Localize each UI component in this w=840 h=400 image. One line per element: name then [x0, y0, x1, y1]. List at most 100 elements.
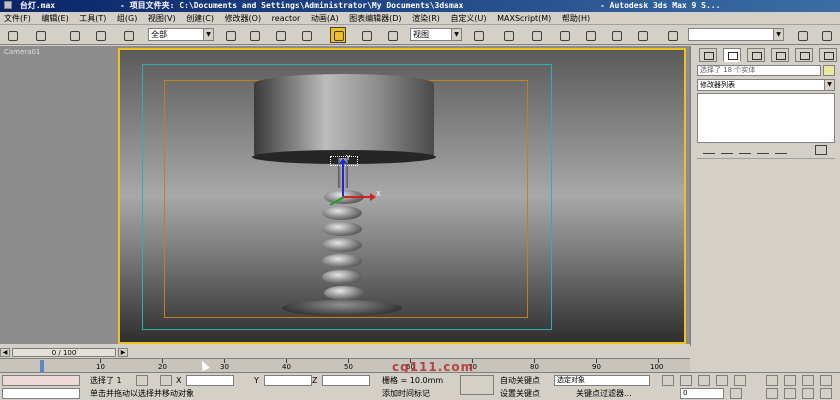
menu-customize[interactable]: 自定义(U)	[446, 12, 490, 25]
menu-reactor[interactable]: reactor	[268, 12, 305, 25]
lamp-bead[interactable]	[322, 206, 362, 220]
tab-create[interactable]	[699, 48, 717, 62]
orbit-icon[interactable]	[802, 375, 814, 386]
next-frame-arrow-icon[interactable]: ▶	[118, 348, 128, 357]
tab-modify[interactable]	[723, 48, 741, 62]
menu-file[interactable]: 文件(F)	[0, 12, 35, 25]
move-gizmo-x-axis[interactable]	[342, 193, 376, 201]
lamp-bead[interactable]	[322, 254, 362, 268]
angle-snap-icon[interactable]	[582, 27, 598, 43]
app-icon[interactable]	[4, 1, 12, 9]
modifier-list-dropdown[interactable]: 修改器列表 ▼	[697, 79, 835, 91]
roll-icon[interactable]	[802, 388, 814, 399]
link-icon[interactable]	[66, 27, 82, 43]
make-unique-icon[interactable]	[739, 145, 751, 154]
menu-maxscript[interactable]: MAXScript(M)	[493, 12, 555, 25]
menu-tools[interactable]: 工具(T)	[75, 12, 110, 25]
modifier-stack[interactable]	[697, 93, 835, 143]
set-key-icon[interactable]	[460, 375, 494, 395]
field-of-view-icon[interactable]	[766, 388, 778, 399]
next-key-icon[interactable]	[716, 375, 728, 386]
play-icon[interactable]	[698, 375, 710, 386]
time-slider-thumb[interactable]: 0 / 100	[12, 348, 116, 357]
select-scale-icon[interactable]	[384, 27, 400, 43]
goto-end-icon[interactable]	[734, 375, 746, 386]
y-coord-field[interactable]	[264, 375, 312, 386]
zoom-all-icon[interactable]	[784, 375, 796, 386]
lamp-bead[interactable]	[324, 286, 364, 300]
track-bar[interactable]: 10 20 30 40 50 60 70 80 90 100	[0, 358, 690, 372]
menu-group[interactable]: 组(G)	[113, 12, 141, 25]
select-rotate-icon[interactable]	[358, 27, 374, 43]
zoom-icon[interactable]	[766, 375, 778, 386]
tab-motion[interactable]	[771, 48, 789, 62]
pivot-center-icon[interactable]	[470, 27, 486, 43]
maximize-viewport-icon[interactable]	[820, 388, 832, 399]
named-selection-dropdown[interactable]: ▼	[688, 28, 784, 41]
spinner-snap-icon[interactable]	[634, 27, 650, 43]
goto-start-icon[interactable]	[662, 375, 674, 386]
configure-modifier-icon[interactable]	[815, 145, 827, 155]
remove-modifier-icon[interactable]	[757, 145, 769, 154]
bind-space-warp-icon[interactable]	[120, 27, 136, 43]
menu-help[interactable]: 帮助(H)	[558, 12, 594, 25]
camera-viewport[interactable]: X Y	[118, 48, 686, 344]
move-gizmo-y-axis[interactable]	[339, 158, 347, 196]
maxscript-listener-field[interactable]	[2, 375, 80, 386]
time-config-icon[interactable]	[730, 388, 742, 399]
unlink-icon[interactable]	[92, 27, 108, 43]
z-coord-field[interactable]	[322, 375, 370, 386]
rect-selection-icon[interactable]	[272, 27, 288, 43]
menu-views[interactable]: 视图(V)	[144, 12, 180, 25]
named-selection-icon[interactable]	[664, 27, 680, 43]
lamp-bead[interactable]	[322, 222, 362, 236]
selection-name-field[interactable]: 选择了 18 个实体	[697, 65, 821, 76]
add-time-tag-button[interactable]: 添加时间标记	[382, 388, 430, 399]
ref-coord-dropdown[interactable]: 视图 ▼	[410, 28, 462, 41]
lamp-bead[interactable]	[322, 270, 362, 284]
selection-filter-dropdown[interactable]: 全部 ▼	[148, 28, 214, 41]
align-icon[interactable]	[818, 27, 834, 43]
snap-toggle-icon[interactable]	[556, 27, 572, 43]
select-object-icon[interactable]	[222, 27, 238, 43]
menu-rendering[interactable]: 渲染(R)	[408, 12, 444, 25]
absolute-mode-icon[interactable]	[160, 375, 172, 386]
redo-icon[interactable]	[32, 27, 48, 43]
pin-stack-icon[interactable]	[703, 145, 715, 154]
prev-frame-arrow-icon[interactable]: ◀	[0, 348, 10, 357]
tab-hierarchy[interactable]	[747, 48, 765, 62]
mirror-icon[interactable]	[794, 27, 810, 43]
track-key-marker[interactable]	[40, 360, 44, 372]
configure-sets-icon[interactable]	[775, 145, 787, 154]
keyboard-shortcut-icon[interactable]	[528, 27, 544, 43]
menu-animation[interactable]: 动画(A)	[307, 12, 343, 25]
selected-object-dropdown[interactable]: 选定对象	[554, 375, 650, 386]
tab-utilities[interactable]	[819, 48, 837, 62]
menu-edit[interactable]: 编辑(E)	[37, 12, 72, 25]
window-crossing-icon[interactable]	[298, 27, 314, 43]
lamp-shade[interactable]	[254, 74, 434, 158]
set-key-button[interactable]: 设置关键点	[500, 388, 540, 399]
key-filters-button[interactable]: 关键点过滤器...	[576, 388, 632, 399]
prev-key-icon[interactable]	[680, 375, 692, 386]
zoom-extents-icon[interactable]	[820, 375, 832, 386]
maxscript-mini-listener[interactable]	[2, 388, 80, 399]
select-move-icon[interactable]	[330, 27, 346, 43]
undo-icon[interactable]	[4, 27, 20, 43]
lamp-bead[interactable]	[322, 238, 362, 252]
current-frame-field[interactable]: 0	[680, 388, 724, 399]
pan-icon[interactable]	[784, 388, 796, 399]
viewport-label[interactable]: Camera01	[4, 48, 40, 56]
select-manipulate-icon[interactable]	[500, 27, 516, 43]
menu-modifiers[interactable]: 修改器(O)	[221, 12, 266, 25]
percent-snap-icon[interactable]	[608, 27, 624, 43]
tab-display[interactable]	[795, 48, 813, 62]
auto-key-button[interactable]: 自动关键点	[500, 375, 540, 386]
lamp-base[interactable]	[282, 300, 402, 316]
select-by-name-icon[interactable]	[246, 27, 262, 43]
show-end-result-icon[interactable]	[721, 145, 733, 154]
object-color-swatch[interactable]	[823, 65, 835, 76]
lock-selection-icon[interactable]	[136, 375, 148, 386]
menu-graph-editors[interactable]: 图表编辑器(D)	[345, 12, 405, 25]
menu-create[interactable]: 创建(C)	[182, 12, 218, 25]
